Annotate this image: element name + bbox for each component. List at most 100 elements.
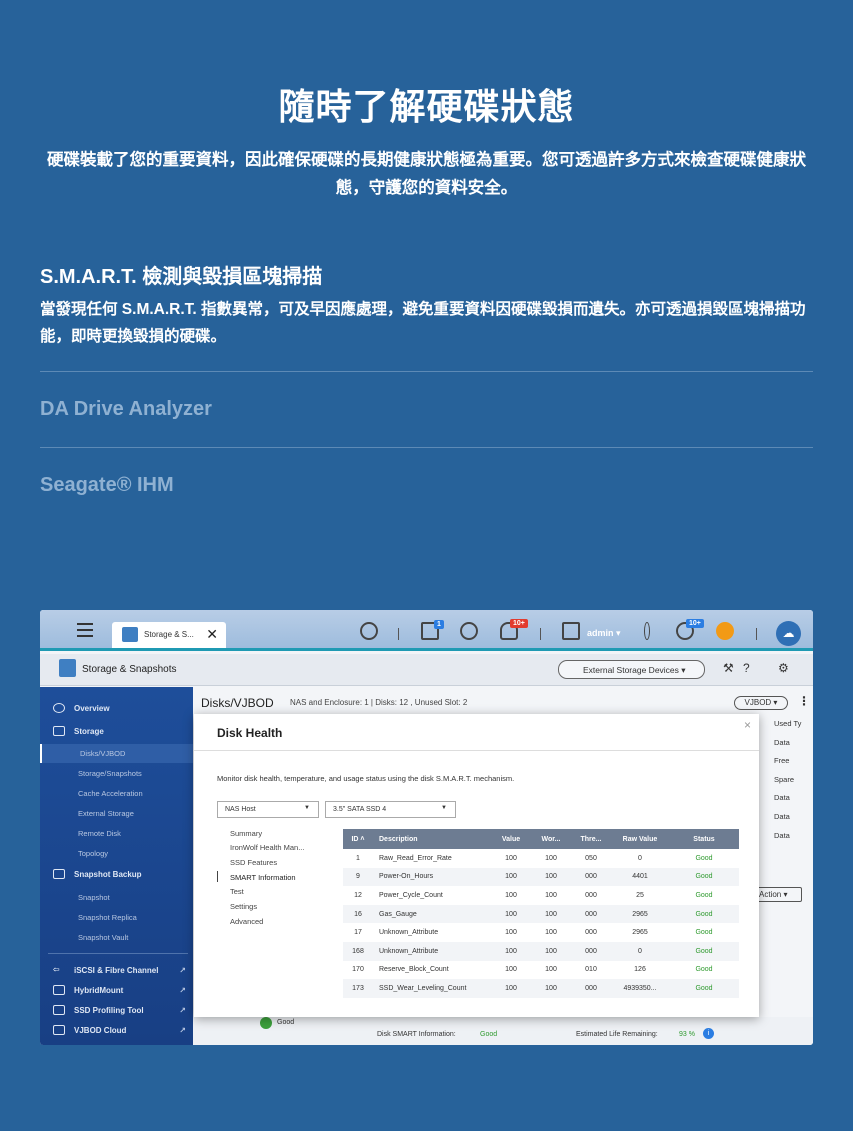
menu-ssd-features[interactable]: SSD Features — [230, 858, 277, 867]
user-icon[interactable] — [562, 622, 580, 640]
cell-status: Good — [695, 929, 713, 937]
menu-settings[interactable]: Settings — [230, 902, 257, 911]
cell-id: 168 — [343, 941, 373, 961]
accordion-da-drive-analyzer[interactable]: DA Drive Analyzer — [40, 398, 212, 421]
menu-summary[interactable]: Summary — [230, 829, 262, 838]
accordion-seagate-ihm[interactable]: Seagate® IHM — [40, 474, 174, 497]
close-icon[interactable]: × — [744, 718, 751, 732]
table-row[interactable]: 1 Raw_Read_Error_Rate 100 100 050 0 Good — [343, 849, 739, 868]
feature-description: 當發現任何 S.M.A.R.T. 指數異常，可及早因應處理，避免重要資料因硬碟毀… — [40, 301, 806, 345]
cell-status: Good — [669, 904, 739, 924]
sidebar-item-iscsi[interactable]: ⇦ iSCSI & Fibre Channel ↗ — [40, 965, 193, 975]
table-row[interactable]: 9 Power-On_Hours 100 100 000 4401 Good — [343, 867, 739, 887]
sidebar-item-remote-disk[interactable]: Remote Disk — [40, 829, 193, 838]
notification-badge: 10+ — [510, 619, 528, 628]
cell-id: 12 — [354, 891, 362, 899]
cell-threshold: 000 — [571, 867, 611, 887]
caret-down-icon: ▼ — [304, 805, 310, 811]
menu-ironwolf[interactable]: IronWolf Health Man... — [230, 843, 304, 852]
disk-select[interactable]: 3.5" SATA SSD 4 ▼ — [325, 801, 456, 818]
cell-value: 100 — [505, 854, 517, 862]
cell-status: Good — [669, 941, 739, 961]
sidebar-item-external-storage[interactable]: External Storage — [40, 809, 193, 818]
admin-menu[interactable]: admin ▾ — [587, 628, 621, 639]
dashboard-icon[interactable] — [716, 622, 734, 640]
tab-storage[interactable]: Storage & S... ✕ — [112, 622, 226, 648]
cell-threshold: 000 — [571, 979, 611, 998]
menu-icon[interactable] — [77, 623, 93, 637]
column-header-worst[interactable]: Wor... — [531, 829, 571, 849]
page-description: 硬碟裝載了您的重要資料，因此確保硬碟的長期健康狀態極為重要。您可透過許多方式來檢… — [47, 151, 806, 197]
divider — [40, 447, 813, 448]
info-icon[interactable]: i — [703, 1028, 714, 1039]
feature-title: S.M.A.R.T. 檢測與毀損區塊掃描 — [40, 266, 323, 288]
smart-info-value: Good — [480, 1031, 498, 1038]
external-link-icon: ↗ — [179, 966, 186, 975]
help-icon[interactable]: ? — [743, 661, 750, 675]
gear-icon[interactable]: ⚙ — [778, 661, 789, 675]
breadcrumb: Disks/VJBOD — [201, 696, 274, 710]
cell-raw-value: 4401 — [611, 867, 669, 887]
sidebar-item-disks-vjbod[interactable]: Disks/VJBOD — [40, 744, 193, 763]
column-header-raw-value[interactable]: Raw Value — [611, 829, 669, 849]
close-icon[interactable]: ✕ — [206, 626, 218, 643]
tools-icon[interactable]: ⚒ — [723, 661, 734, 675]
sidebar-item-snapshot-backup[interactable]: Snapshot Backup — [40, 869, 193, 879]
menu-advanced[interactable]: Advanced — [230, 917, 263, 926]
column-header-description[interactable]: Description — [373, 829, 491, 849]
check-icon — [260, 1017, 272, 1029]
column-header-value[interactable]: Value — [491, 829, 531, 849]
host-select[interactable]: NAS Host ▼ — [217, 801, 319, 818]
sidebar-item-ssd-profiling[interactable]: SSD Profiling Tool ↗ — [40, 1005, 193, 1015]
cell-value: 100 — [505, 891, 517, 899]
sidebar-item-cache-acceleration[interactable]: Cache Acceleration — [40, 789, 193, 798]
sidebar-item-overview[interactable]: Overview — [40, 703, 193, 713]
cell: Data — [774, 737, 790, 747]
life-remaining-label: Estimated Life Remaining: — [576, 1031, 658, 1038]
cell-value: 100 — [491, 979, 531, 998]
active-indicator — [217, 871, 218, 882]
sidebar-item-snapshot-vault[interactable]: Snapshot Vault — [40, 933, 193, 942]
external-storage-button[interactable]: External Storage Devices ▾ — [558, 660, 705, 679]
cell-worst: 100 — [545, 891, 557, 899]
search-icon[interactable] — [360, 622, 378, 640]
separator — [398, 628, 399, 640]
sidebar-item-storage[interactable]: Storage — [40, 726, 193, 736]
sidebar-item-hybridmount[interactable]: HybridMount ↗ — [40, 985, 193, 995]
table-row[interactable]: 168 Unknown_Attribute 100 100 000 0 Good — [343, 941, 739, 961]
sidebar-item-vjbod-cloud[interactable]: VJBOD Cloud ↗ — [40, 1025, 193, 1035]
sidebar-item-topology[interactable]: Topology — [40, 849, 193, 858]
cell-worst: 100 — [545, 966, 557, 974]
more-icon[interactable]: ⋮ — [798, 694, 810, 708]
smart-table: ID ˄ Description Value Wor... Thre... Ra… — [343, 829, 739, 998]
column-header-threshold[interactable]: Thre... — [571, 829, 611, 849]
sidebar-item-storage-snapshots[interactable]: Storage/Snapshots — [40, 769, 193, 778]
table-row[interactable]: 170 Reserve_Block_Count 100 100 010 126 Good — [343, 961, 739, 980]
cell-status: Good — [695, 966, 713, 974]
dialog-title: Disk Health — [217, 726, 283, 740]
column-header-id[interactable]: ID ˄ — [343, 829, 373, 849]
cell-raw-value: 126 — [634, 966, 646, 974]
action-button[interactable]: Action ▾ — [754, 887, 802, 902]
app-title: Storage & Snapshots — [82, 664, 177, 675]
qts-screenshot: Storage & S... ✕ 1 10+ admin ▾ 10+ ☁ Sto… — [40, 610, 813, 1045]
cloud-icon[interactable]: ☁ — [776, 621, 801, 646]
cell-description: Raw_Read_Error_Rate — [379, 854, 452, 862]
vjbod-button[interactable]: VJBOD ▾ — [734, 696, 788, 710]
table-row[interactable]: 12 Power_Cycle_Count 100 100 000 25 Good — [343, 886, 739, 905]
table-row[interactable]: 17 Unknown_Attribute 100 100 000 2965 Good — [343, 923, 739, 942]
cell-threshold: 050 — [585, 854, 597, 862]
menu-smart-information[interactable]: SMART Information — [230, 873, 296, 882]
sync-icon[interactable] — [460, 622, 478, 640]
table-row[interactable]: 173 SSD_Wear_Leveling_Count 100 100 000 49393… — [343, 979, 739, 998]
sidebar-item-snapshot[interactable]: Snapshot — [40, 893, 193, 902]
cell-status: Good — [669, 867, 739, 887]
table-row[interactable]: 16 Gas_Gauge 100 100 000 2965 Good — [343, 904, 739, 924]
column-header-status[interactable]: Status — [669, 829, 739, 849]
more-icon[interactable] — [644, 622, 650, 640]
menu-test[interactable]: Test — [230, 887, 244, 896]
cell-id: 170 — [352, 966, 364, 974]
cell-id: 16 — [343, 904, 373, 924]
tab-label: Storage & S... — [144, 630, 194, 639]
sidebar-item-snapshot-replica[interactable]: Snapshot Replica — [40, 913, 193, 922]
